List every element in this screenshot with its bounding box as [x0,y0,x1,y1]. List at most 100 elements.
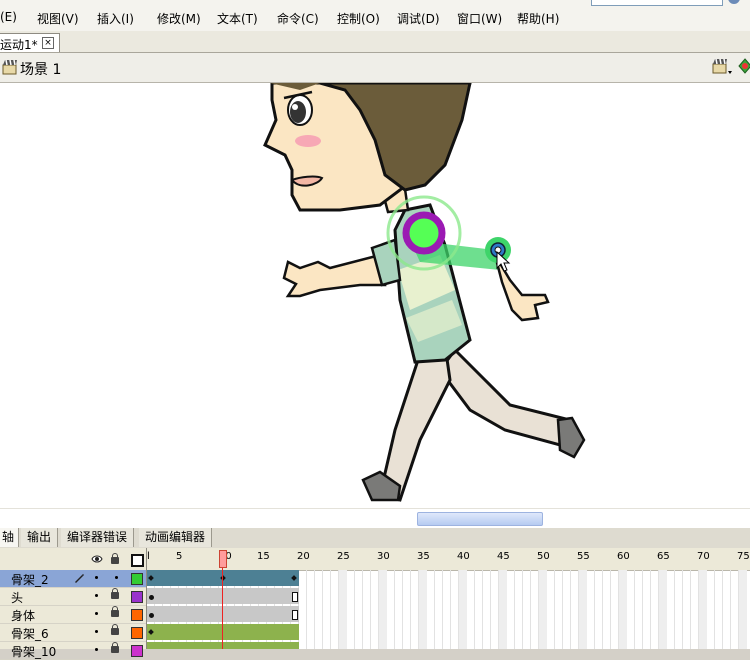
ruler-tick: 55 [577,551,590,562]
document-tab-bar: 运动1* × [0,31,750,53]
stage[interactable] [0,83,750,508]
layer-color-box[interactable] [131,627,143,639]
ruler-tick: 75 [737,551,750,562]
layer-color-box[interactable] [131,609,143,621]
ruler-tick: 20 [297,551,310,562]
layer-list: 骨架_2 头 身体 骨架_6 骨架_10 [0,548,147,660]
document-tab[interactable]: 运动1* × [0,33,60,52]
help-search-input[interactable] [591,0,723,6]
document-tab-title: 运动1* [0,38,38,52]
ruler-tick: 30 [377,551,390,562]
frame-grid-mark [459,570,467,649]
playhead-line [222,568,223,649]
visibility-dot[interactable] [95,648,98,651]
menu-bar: (E) 视图(V) 插入(I) 修改(M) 文本(T) 命令(C) 控制(O) … [0,0,750,32]
keyframe[interactable] [149,595,154,600]
frame-grid-mark [579,570,587,649]
scene-name: 场景 1 [20,62,62,78]
ruler-tick: 45 [497,551,510,562]
edit-symbols-icon[interactable] [738,58,750,76]
pencil-icon [75,574,84,583]
playhead-handle[interactable] [219,550,227,568]
ruler-tick: 35 [417,551,430,562]
frame-ruler[interactable]: l 5 10 15 20 25 30 35 40 45 50 55 60 65 … [147,548,750,571]
ruler-tick: 50 [537,551,550,562]
menu-view[interactable]: 视图(V) [37,10,79,27]
menu-commands[interactable]: 命令(C) [277,10,319,27]
eye-icon[interactable] [91,554,103,564]
layer-name: 头 [11,591,24,605]
frame-grid-mark [379,570,387,649]
frame-grid-mark [339,570,347,649]
layer-color-box[interactable] [131,645,143,657]
menu-control[interactable]: 控制(O) [337,10,380,27]
layer-name: 骨架_6 [11,627,49,641]
visibility-dot[interactable] [95,612,98,615]
scene-bar: 场景 1 [0,53,750,83]
menu-modify[interactable]: 修改(M) [157,10,201,27]
outline-icon[interactable] [131,554,144,567]
lock-icon[interactable] [111,642,119,653]
close-icon[interactable]: × [42,37,54,49]
panel-tab-bar: 轴 输出 编译器错误 动画编辑器 [0,528,750,549]
menu-window[interactable]: 窗口(W) [457,10,502,27]
frame-grid-mark [419,570,427,649]
layer-row[interactable]: 骨架_10 [0,642,146,660]
pose-keyframe[interactable] [148,629,154,635]
frame-grid-mark [659,570,667,649]
end-frame[interactable] [292,610,298,620]
ruler-tick: 5 [176,551,183,562]
layer-name: 身体 [11,609,36,623]
menu-edit[interactable]: (E) [0,10,17,24]
tab-timeline[interactable]: 轴 [0,528,20,547]
ruler-tick: 40 [457,551,470,562]
lock-icon[interactable] [111,606,119,617]
layer-row[interactable]: 骨架_2 [0,570,146,588]
menu-help[interactable]: 帮助(H) [517,10,559,27]
end-frame[interactable] [292,592,298,602]
ruler-tick: 25 [337,551,350,562]
layer-color-box[interactable] [131,573,143,585]
visibility-dot[interactable] [95,630,98,633]
pose-keyframe[interactable] [291,575,297,581]
layer-row[interactable]: 身体 [0,606,146,624]
ruler-tick: 15 [257,551,270,562]
menu-text[interactable]: 文本(T) [217,10,258,27]
lock-dot[interactable] [115,576,118,579]
keyframe[interactable] [149,613,154,618]
frame-grid-mark [539,570,547,649]
help-search-icon[interactable] [728,0,740,4]
scene-clapper-icon [2,59,17,75]
frame-grid-mark [499,570,507,649]
menu-debug[interactable]: 调试(D) [397,10,440,27]
layer-row[interactable]: 头 [0,588,146,606]
layer-header [0,548,146,571]
frame-grid-mark [739,570,747,649]
lock-icon[interactable] [111,553,119,564]
edit-scene-icon[interactable] [712,58,734,76]
ruler-tick: 70 [697,551,710,562]
character-artwork [263,83,586,502]
layer-name: 骨架_10 [11,645,57,659]
tab-compiler-errors[interactable]: 编译器错误 [61,528,135,547]
visibility-dot[interactable] [95,576,98,579]
ruler-tick: l [147,551,150,562]
layer-color-box[interactable] [131,591,143,603]
ruler-tick: 65 [657,551,670,562]
pose-keyframe[interactable] [148,575,154,581]
layer-row[interactable]: 骨架_6 [0,624,146,642]
timeline-panel: 骨架_2 头 身体 骨架_6 骨架_10 l 5 15 20 25 30 35 … [0,548,750,660]
visibility-dot[interactable] [95,594,98,597]
frame-grid-mark [619,570,627,649]
tab-motion-editor[interactable]: 动画编辑器 [139,528,213,547]
lock-icon[interactable] [111,624,119,635]
playhead[interactable] [219,548,227,649]
menu-insert[interactable]: 插入(I) [97,10,134,27]
tab-output[interactable]: 输出 [21,528,59,547]
frame-area[interactable]: l 5 10 15 20 25 30 35 40 45 50 55 60 65 … [147,548,750,649]
lock-icon[interactable] [111,588,119,599]
stage-horizontal-scrollbar[interactable] [0,508,750,529]
scrollbar-thumb[interactable] [417,512,543,526]
layer-name: 骨架_2 [11,573,49,587]
frame-grid-mark [699,570,707,649]
